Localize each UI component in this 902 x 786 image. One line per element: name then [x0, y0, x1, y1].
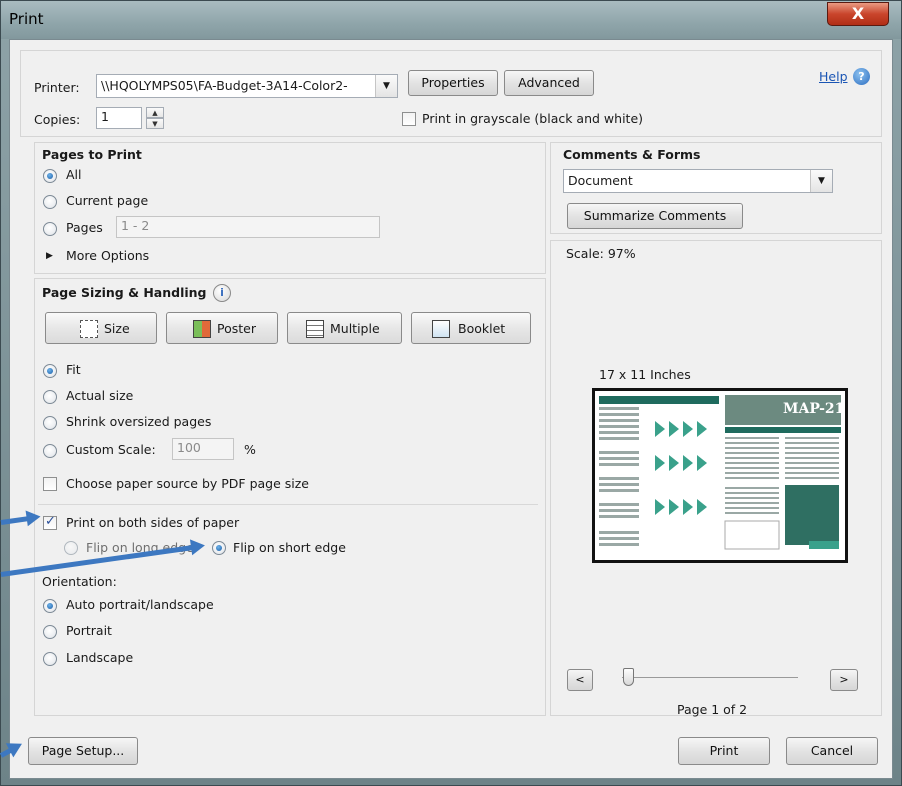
page-sizing-heading: Page Sizing & Handling — [42, 285, 207, 300]
paper-size-readout: 17 x 11 Inches — [599, 367, 691, 382]
orientation-portrait-radio[interactable] — [43, 625, 57, 639]
map21-logo-text: MAP-21 — [783, 401, 845, 417]
flip-short-edge-label: Flip on short edge — [233, 540, 346, 555]
current-page-radio[interactable] — [43, 195, 57, 209]
both-sides-checkbox[interactable] — [43, 514, 57, 530]
custom-scale-radio[interactable] — [43, 444, 57, 458]
annotation-arrow-page-setup — [0, 746, 15, 758]
pages-range-input[interactable]: 1 - 2 — [116, 216, 380, 238]
comments-forms-value: Document — [568, 173, 633, 188]
poster-mode-button[interactable]: Poster — [166, 312, 278, 344]
orientation-portrait-label: Portrait — [66, 623, 112, 638]
comments-forms-select[interactable]: Document ▼ — [563, 169, 833, 193]
orientation-heading: Orientation: — [42, 574, 117, 589]
actual-size-label: Actual size — [66, 388, 134, 403]
dialog-title: Print — [9, 10, 44, 28]
cancel-button[interactable]: Cancel — [786, 737, 878, 765]
flip-short-edge-radio[interactable] — [212, 541, 226, 555]
multiple-mode-label: Multiple — [330, 321, 380, 336]
title-bar[interactable]: Print X — [1, 1, 901, 39]
pages-all-radio[interactable] — [43, 169, 57, 183]
copies-label: Copies: — [34, 112, 81, 127]
chevron-down-icon[interactable]: ▼ — [375, 75, 397, 97]
pages-range-label: Pages — [66, 220, 103, 235]
orientation-landscape-label: Landscape — [66, 650, 134, 665]
both-sides-label: Print on both sides of paper — [66, 515, 240, 530]
shrink-oversized-radio[interactable] — [43, 416, 57, 430]
orientation-auto-label: Auto portrait/landscape — [66, 597, 214, 612]
preview-slider-track[interactable] — [622, 677, 798, 678]
custom-scale-label: Custom Scale: — [66, 442, 156, 457]
close-button[interactable]: X — [827, 2, 889, 26]
advanced-button[interactable]: Advanced — [504, 70, 594, 96]
fit-label: Fit — [66, 362, 81, 377]
copies-spinner-down[interactable]: ▼ — [146, 118, 164, 129]
copies-input[interactable]: 1 — [96, 107, 142, 129]
more-options-toggle[interactable]: More Options — [66, 248, 149, 263]
grayscale-checkbox[interactable] — [402, 112, 416, 126]
poster-mode-label: Poster — [217, 321, 256, 336]
size-icon — [80, 320, 98, 338]
percent-sign: % — [244, 442, 256, 457]
size-mode-button[interactable]: Size — [45, 312, 157, 344]
sizing-divider — [38, 504, 538, 505]
scale-readout: Scale: 97% — [566, 246, 636, 261]
comments-forms-heading: Comments & Forms — [563, 147, 701, 162]
booklet-mode-label: Booklet — [458, 321, 506, 336]
printer-select-value: \\HQOLYMPS05\FA-Budget-3A14-Color2- — [101, 78, 348, 93]
previous-page-button[interactable]: < — [567, 669, 593, 691]
grayscale-label: Print in grayscale (black and white) — [422, 111, 644, 126]
chevron-down-icon[interactable]: ▼ — [810, 170, 832, 192]
printer-select[interactable]: \\HQOLYMPS05\FA-Budget-3A14-Color2- ▼ — [96, 74, 398, 98]
preview-slider-thumb[interactable] — [623, 668, 634, 686]
pages-to-print-heading: Pages to Print — [42, 147, 142, 162]
current-page-label: Current page — [66, 193, 149, 208]
copies-spinner-up[interactable]: ▲ — [146, 107, 164, 118]
size-mode-label: Size — [104, 321, 130, 336]
page-indicator: Page 1 of 2 — [677, 702, 748, 717]
flip-long-edge-radio[interactable] — [64, 541, 78, 555]
page-setup-button[interactable]: Page Setup... — [28, 737, 138, 765]
summarize-comments-button[interactable]: Summarize Comments — [567, 203, 743, 229]
multiple-mode-button[interactable]: Multiple — [287, 312, 402, 344]
pages-range-radio[interactable] — [43, 222, 57, 236]
next-page-button[interactable]: > — [830, 669, 858, 691]
actual-size-radio[interactable] — [43, 390, 57, 404]
paper-source-label: Choose paper source by PDF page size — [66, 476, 309, 491]
multiple-icon — [306, 320, 324, 338]
help-link[interactable]: Help — [819, 69, 848, 84]
custom-scale-input[interactable]: 100 — [172, 438, 234, 460]
more-options-triangle-icon[interactable]: ▶ — [46, 251, 53, 261]
shrink-oversized-label: Shrink oversized pages — [66, 414, 212, 429]
help-icon[interactable]: ? — [853, 68, 870, 85]
fit-radio[interactable] — [43, 364, 57, 378]
booklet-icon — [432, 320, 450, 338]
booklet-mode-button[interactable]: Booklet — [411, 312, 531, 344]
print-button[interactable]: Print — [678, 737, 770, 765]
poster-icon — [193, 320, 211, 338]
paper-source-checkbox[interactable] — [43, 477, 57, 491]
orientation-landscape-radio[interactable] — [43, 652, 57, 666]
orientation-auto-radio[interactable] — [43, 599, 57, 613]
info-icon[interactable]: i — [213, 284, 231, 302]
page-preview-thumbnail: MAP-21 — [592, 388, 848, 563]
pages-all-label: All — [66, 167, 82, 182]
print-dialog: Print X Printer: \\HQOLYMPS05\FA-Budget-… — [0, 0, 902, 786]
printer-label: Printer: — [34, 80, 80, 95]
properties-button[interactable]: Properties — [408, 70, 498, 96]
